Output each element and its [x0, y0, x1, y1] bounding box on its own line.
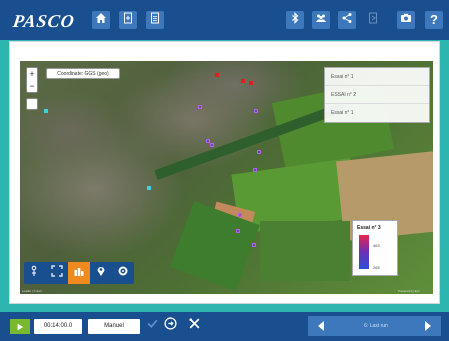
run-navigator: 6: Last run: [308, 316, 441, 336]
open-file-button[interactable]: [146, 11, 164, 29]
map-attribution-provider: Powered by Esri: [398, 289, 420, 293]
data-point-marker[interactable]: [198, 105, 202, 109]
data-point-marker[interactable]: [252, 243, 256, 247]
data-point-marker[interactable]: [215, 73, 219, 77]
bluetooth-icon: [289, 11, 301, 29]
run-item[interactable]: Essai n° 1: [325, 68, 429, 86]
new-file-icon: [122, 11, 134, 29]
legend-title: Essai n° 3: [357, 225, 381, 231]
data-point-marker[interactable]: [147, 186, 151, 190]
home-icon: [95, 11, 107, 29]
map-layer-button[interactable]: [26, 98, 38, 110]
next-run-icon[interactable]: [423, 320, 433, 332]
map-layers-icon: [73, 264, 85, 282]
location-pin-icon: [95, 264, 107, 282]
map-attribution: Leaflet | © Esri: [22, 289, 42, 293]
data-point-marker[interactable]: [257, 150, 261, 154]
map-legend: Essai n° 3 463 265: [352, 220, 398, 276]
map-field: [260, 221, 350, 281]
share-icon: [341, 11, 353, 29]
next-sample-button[interactable]: [162, 317, 178, 335]
map-layers-button[interactable]: [68, 262, 90, 284]
legend-low-value: 265: [373, 265, 380, 270]
share-button[interactable]: [338, 11, 356, 29]
tools-icon: [188, 317, 201, 335]
legend-high-value: 463: [373, 243, 380, 248]
legend-color-scale: [359, 235, 369, 269]
snapshot-button[interactable]: [397, 11, 415, 29]
play-icon: [16, 318, 24, 336]
coordinate-system-label[interactable]: Coordinate: GGS (geo): [46, 68, 120, 79]
location-button[interactable]: [90, 262, 112, 284]
settings-icon: [117, 264, 129, 282]
sharing-users-button[interactable]: [312, 11, 330, 29]
camera-icon: [400, 11, 412, 29]
zoom-control: + −: [26, 67, 38, 93]
data-point-marker[interactable]: [210, 143, 214, 147]
run-item[interactable]: ESSAI n° 2: [325, 86, 429, 104]
bluetooth-button[interactable]: [286, 11, 304, 29]
data-point-marker[interactable]: [241, 79, 245, 83]
elapsed-time: 00:14:00.0: [34, 319, 82, 334]
previous-run-icon[interactable]: [316, 320, 326, 332]
data-point-marker[interactable]: [44, 109, 48, 113]
map-tools: [24, 262, 134, 284]
export-button[interactable]: [364, 11, 382, 29]
record-button[interactable]: [10, 319, 30, 334]
map-settings-button[interactable]: [112, 262, 134, 284]
zoom-in-button[interactable]: +: [27, 68, 37, 80]
pasco-logo: PASCO: [11, 11, 77, 31]
measure-tool-icon: [29, 264, 41, 282]
checkmark-icon: [146, 317, 159, 335]
tools-button[interactable]: [186, 318, 202, 334]
data-point-marker[interactable]: [253, 168, 257, 172]
home-button[interactable]: [92, 11, 110, 29]
expand-icon: [51, 264, 63, 282]
help-button[interactable]: ?: [425, 11, 443, 29]
expand-button[interactable]: [46, 262, 68, 284]
top-toolbar: PASCO ?: [0, 0, 449, 40]
keep-button[interactable]: [144, 318, 160, 334]
people-icon: [315, 11, 327, 29]
new-experiment-button[interactable]: [119, 11, 137, 29]
data-point-marker[interactable]: [254, 109, 258, 113]
zoom-out-button[interactable]: −: [27, 80, 37, 92]
data-point-marker[interactable]: [249, 81, 253, 85]
data-point-marker[interactable]: [238, 213, 242, 217]
help-icon: ?: [430, 12, 438, 27]
run-item[interactable]: Essai n° 1: [325, 104, 429, 122]
file-icon: [149, 11, 161, 29]
sampling-mode-select[interactable]: Manuel: [88, 319, 140, 334]
measure-tool-button[interactable]: [24, 262, 46, 284]
current-run-label: 6: Last run: [364, 323, 388, 329]
data-point-marker[interactable]: [236, 229, 240, 233]
runs-list: Essai n° 1 ESSAI n° 2 Essai n° 1: [324, 67, 430, 123]
circle-arrow-icon: [163, 317, 177, 335]
export-icon: [367, 11, 379, 29]
